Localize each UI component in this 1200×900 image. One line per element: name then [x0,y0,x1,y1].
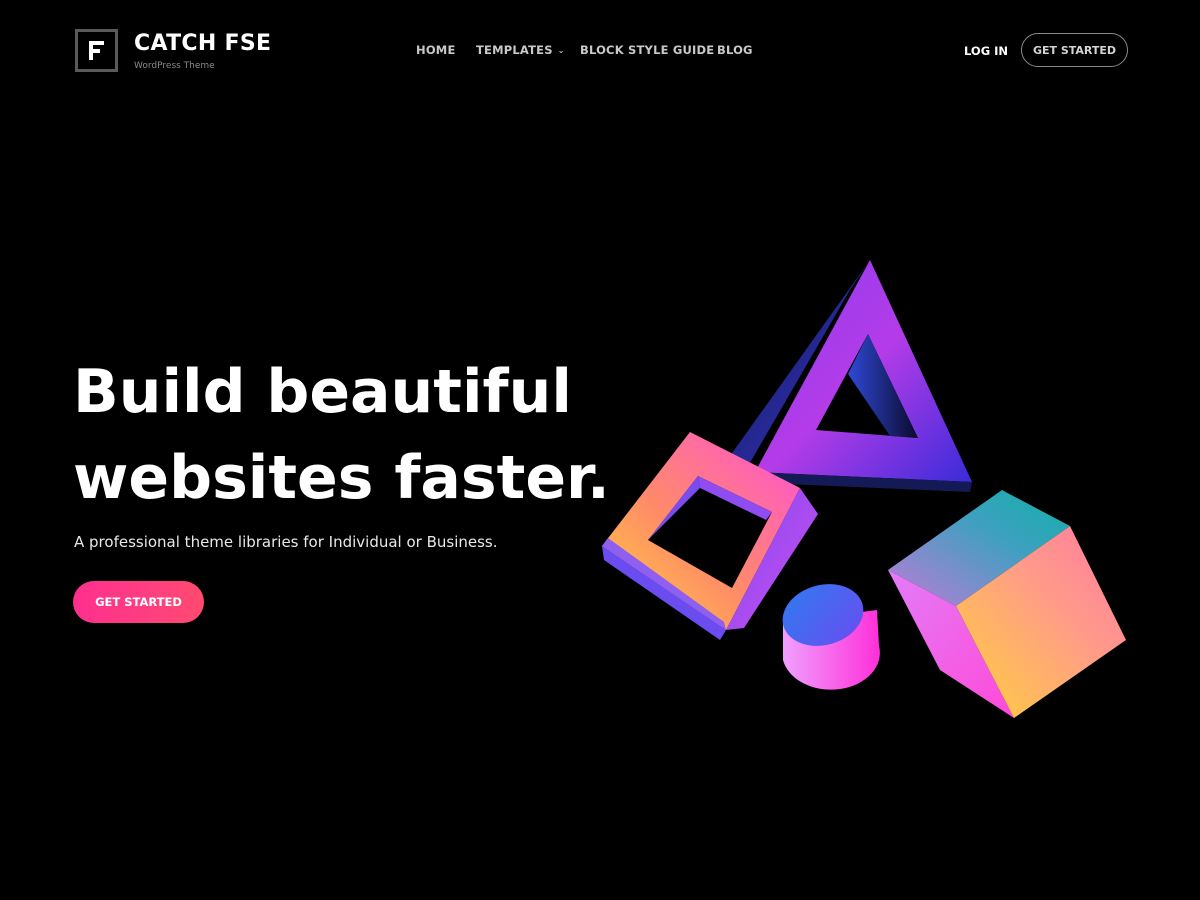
hero-subtitle: A professional theme libraries for Indiv… [74,533,498,551]
triangle-shape [720,260,972,492]
nav-item-blog-label: BLOG [717,43,753,57]
cylinder-shape [782,584,880,690]
site-logo[interactable] [75,29,118,72]
hero-title-line-2: websites faster. [73,443,610,513]
hero-title-line-1: Build beautiful [73,357,572,427]
hero-get-started-button[interactable]: GET STARTED [73,581,204,623]
letter-f-logo-icon [89,41,104,60]
site-title[interactable]: CATCH FSE [134,31,271,56]
chevron-down-icon: ⌄ [557,46,565,55]
header-get-started-button[interactable]: GET STARTED [1021,33,1128,67]
site-header: CATCH FSE WordPress Theme HOME TEMPLATES… [0,0,1200,100]
hero-title: Build beautiful websites faster. [73,349,610,521]
hero-illustration [602,260,1126,718]
nav-item-block-style-guide-label: BLOCK STYLE GUIDE [580,43,715,57]
cube-shape [888,490,1126,718]
nav-item-templates-label: TEMPLATES [476,43,553,57]
page: CATCH FSE WordPress Theme HOME TEMPLATES… [0,0,1200,900]
nav-item-block-style-guide[interactable]: BLOCK STYLE GUIDE [580,43,714,57]
login-link[interactable]: LOG IN [964,44,1008,58]
nav-item-templates[interactable]: TEMPLATES ⌄ [476,43,565,57]
nav-item-home[interactable]: HOME [416,43,456,57]
nav-item-blog[interactable]: BLOG [717,43,753,57]
site-tagline: WordPress Theme [134,61,215,71]
nav-item-home-label: HOME [416,43,456,57]
